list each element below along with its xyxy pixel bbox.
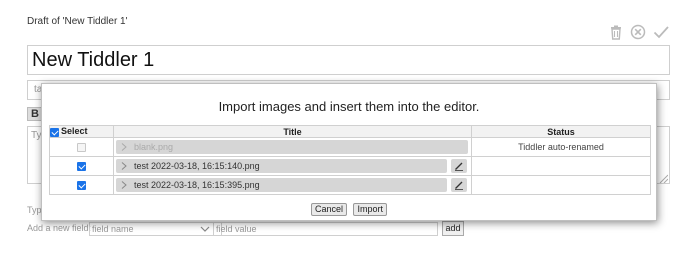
draft-label: Draft of 'New Tiddler 1' <box>27 16 128 27</box>
filename-toggle[interactable]: test 2022-03-18, 16:15:395.png <box>116 178 447 192</box>
select-column-label: Select <box>61 126 88 137</box>
tiddler-title-input[interactable]: New Tiddler 1 <box>27 45 670 75</box>
filename-label: test 2022-03-18, 16:15:140.png <box>134 161 260 171</box>
rename-button[interactable] <box>451 178 467 192</box>
cancel-button[interactable]: Cancel <box>311 203 348 216</box>
row-select-checkbox[interactable] <box>77 162 86 172</box>
resize-grip-icon[interactable] <box>658 173 668 183</box>
editor-toolbar <box>608 24 670 40</box>
filename-label: blank.png <box>134 142 174 152</box>
chevron-down-icon[interactable] <box>198 223 212 235</box>
field-value-input[interactable]: field value <box>213 222 438 236</box>
pencil-icon <box>455 162 463 171</box>
chevron-right-icon <box>121 162 127 170</box>
chevron-right-icon <box>121 181 127 189</box>
add-field-button[interactable]: add <box>442 221 464 236</box>
import-table: Select Title Status blank.png Tiddler au… <box>49 125 651 195</box>
chevron-right-icon <box>121 143 127 151</box>
type-label: Typ <box>27 205 42 215</box>
trash-icon[interactable] <box>608 24 624 40</box>
import-button[interactable]: Import <box>353 203 387 216</box>
add-field-label: Add a new field: <box>27 223 92 233</box>
import-row: test 2022-03-18, 16:15:140.png <box>49 156 651 176</box>
import-modal: Import images and insert them into the e… <box>41 83 657 221</box>
modal-button-row: Cancel Import <box>42 203 656 221</box>
row-select-checkbox[interactable] <box>77 143 86 153</box>
filename-toggle[interactable]: test 2022-03-18, 16:15:140.png <box>116 159 447 173</box>
import-row: test 2022-03-18, 16:15:395.png <box>49 175 651 195</box>
import-row: blank.png Tiddler auto-renamed <box>49 137 651 157</box>
row-select-checkbox[interactable] <box>77 181 86 191</box>
row-status <box>471 156 651 176</box>
done-check-icon[interactable] <box>653 24 669 40</box>
status-column-header: Status <box>471 125 651 138</box>
select-column-header: Select <box>49 125 114 138</box>
modal-heading: Import images and insert them into the e… <box>218 99 480 114</box>
filename-toggle[interactable]: blank.png <box>116 140 468 154</box>
row-status: Tiddler auto-renamed <box>471 137 651 157</box>
pencil-icon <box>455 181 463 190</box>
rename-button[interactable] <box>451 159 467 173</box>
cancel-icon[interactable] <box>630 24 646 40</box>
filename-label: test 2022-03-18, 16:15:395.png <box>134 180 260 190</box>
select-all-checkbox[interactable] <box>50 127 59 137</box>
title-column-header: Title <box>113 125 472 138</box>
row-status <box>471 175 651 195</box>
